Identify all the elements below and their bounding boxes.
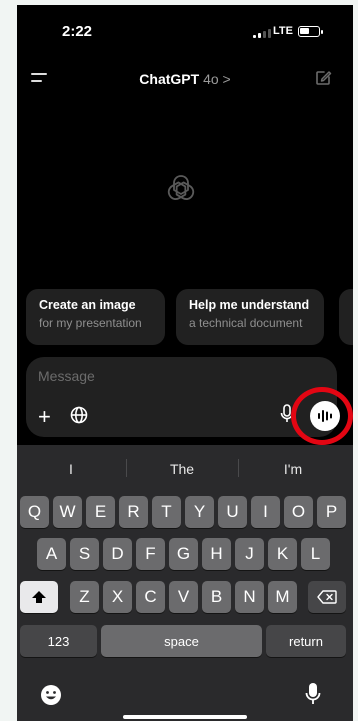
key-b[interactable]: B xyxy=(202,581,231,613)
key-f[interactable]: F xyxy=(136,538,165,570)
suggestion-card-partial[interactable] xyxy=(339,289,353,345)
key-r[interactable]: R xyxy=(119,496,148,528)
emoji-icon[interactable] xyxy=(39,683,63,707)
suggestion-title: Help me understand xyxy=(189,298,310,312)
app-title: ChatGPT xyxy=(139,71,200,87)
shift-icon xyxy=(32,591,46,603)
key-y[interactable]: Y xyxy=(185,496,214,528)
key-z[interactable]: Z xyxy=(70,581,99,613)
suggestion-subtitle: for my presentation xyxy=(39,316,142,330)
key-l[interactable]: L xyxy=(301,538,330,570)
key-s[interactable]: S xyxy=(70,538,99,570)
network-label: LTE xyxy=(273,25,293,37)
globe-icon[interactable] xyxy=(69,405,89,425)
key-i[interactable]: I xyxy=(251,496,280,528)
battery-icon xyxy=(298,26,323,37)
new-chat-icon[interactable] xyxy=(313,68,333,88)
chevron-right-icon: > xyxy=(222,71,231,87)
plus-icon[interactable]: + xyxy=(38,406,51,428)
key-g[interactable]: G xyxy=(169,538,198,570)
key-d[interactable]: D xyxy=(103,538,132,570)
key-q[interactable]: Q xyxy=(20,496,49,528)
dictation-icon[interactable] xyxy=(304,681,322,707)
numbers-key[interactable]: 123 xyxy=(20,625,97,657)
key-m[interactable]: M xyxy=(268,581,297,613)
openai-logo-icon xyxy=(167,175,195,200)
key-u[interactable]: U xyxy=(218,496,247,528)
key-x[interactable]: X xyxy=(103,581,132,613)
suggestion-title: Create an image xyxy=(39,298,136,312)
predictive-text-bar: I The I'm xyxy=(17,445,353,485)
key-o[interactable]: O xyxy=(284,496,313,528)
status-time: 2:22 xyxy=(62,23,93,40)
divider xyxy=(126,459,127,477)
key-j[interactable]: J xyxy=(235,538,264,570)
suggestion-card-image[interactable]: Create an image for my presentation xyxy=(26,289,165,345)
key-p[interactable]: P xyxy=(317,496,346,528)
suggestion-card-understand[interactable]: Help me understand a technical document xyxy=(176,289,324,345)
suggestion-subtitle: a technical document xyxy=(189,316,303,330)
key-e[interactable]: E xyxy=(86,496,115,528)
key-v[interactable]: V xyxy=(169,581,198,613)
key-w[interactable]: W xyxy=(53,496,82,528)
prediction-1[interactable]: I xyxy=(21,461,121,477)
prediction-3[interactable]: I'm xyxy=(243,461,343,477)
divider xyxy=(238,459,239,477)
key-t[interactable]: T xyxy=(152,496,181,528)
backspace-key[interactable] xyxy=(308,581,346,613)
return-key[interactable]: return xyxy=(266,625,346,657)
key-c[interactable]: C xyxy=(136,581,165,613)
message-input[interactable] xyxy=(38,366,238,386)
key-h[interactable]: H xyxy=(202,538,231,570)
home-indicator xyxy=(123,715,247,719)
keyboard: I The I'm Q W E R T Y U I O P A S D F G … xyxy=(17,445,353,721)
prediction-2[interactable]: The xyxy=(132,461,232,477)
key-a[interactable]: A xyxy=(37,538,66,570)
message-composer: + xyxy=(26,357,340,437)
highlight-ring xyxy=(291,387,353,445)
key-n[interactable]: N xyxy=(235,581,264,613)
model-name: 4o xyxy=(203,71,219,87)
space-key[interactable]: space xyxy=(101,625,262,657)
key-k[interactable]: K xyxy=(268,538,297,570)
backspace-icon xyxy=(317,590,337,604)
model-selector[interactable]: ChatGPT 4o > xyxy=(17,71,353,87)
signal-icon xyxy=(253,29,271,38)
phone-screen: 2:22 LTE ChatGPT 4o > Create an image fo… xyxy=(17,5,353,721)
shift-key[interactable] xyxy=(20,581,58,613)
